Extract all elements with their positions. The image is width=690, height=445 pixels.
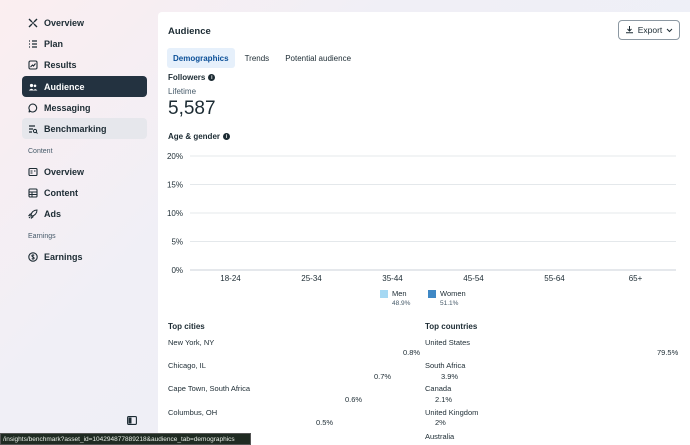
city-value: 0.8% (403, 348, 421, 357)
content-section-label: Content (28, 148, 53, 155)
audience-card: Audience Export Demographics Trends Pote… (158, 12, 690, 445)
country-name: Canada (425, 384, 452, 393)
city-name: Chicago, IL (168, 361, 206, 370)
sidebar-item-label: Benchmarking (44, 123, 107, 134)
sidebar-item-content-overview[interactable]: Overview (22, 161, 147, 182)
age-gender-chart: 20% 15% 10% 5% 0% 18-24 25-34 35-44 45-54 55-64 65… (167, 152, 676, 283)
legend-label-women: Women (440, 289, 466, 298)
x-tick-label: 45-54 (463, 274, 484, 283)
legend-pct-women: 51.1% (440, 300, 459, 307)
legend-swatch-women (428, 290, 436, 298)
country-name: United Kingdom (425, 408, 479, 417)
followers-heading: Followers i (168, 73, 216, 82)
y-tick-label: 15% (167, 181, 183, 190)
benchmark-icon (28, 124, 38, 134)
sidebar-item-label: Overview (44, 17, 85, 28)
sidebar-item-audience[interactable]: Audience (22, 76, 147, 97)
tab-trends[interactable]: Trends (239, 48, 276, 68)
city-name: Columbus, OH (168, 408, 218, 417)
audience-tabs: Demographics Trends Potential audience (167, 48, 361, 68)
x-tick-label: 55-64 (544, 274, 565, 283)
sidebar-item-label: Overview (44, 166, 85, 177)
sidebar-item-label: Audience (44, 81, 85, 92)
info-icon[interactable]: i (208, 74, 216, 81)
country-name: United States (425, 338, 471, 347)
list-icon (28, 39, 38, 49)
legend-label-men: Men (392, 289, 407, 298)
tab-potential-audience[interactable]: Potential audience (279, 48, 357, 68)
dollar-icon (28, 251, 38, 262)
x-tick-label: 65+ (629, 274, 643, 283)
sidebar-item-messaging[interactable]: Messaging (22, 97, 147, 118)
sidebar-item-label: Messaging (44, 102, 91, 113)
chevron-down-icon (666, 25, 673, 35)
compass-icon (28, 18, 38, 28)
city-value: 0.7% (374, 372, 392, 381)
legend-pct-men: 48.9% (392, 300, 411, 307)
sidebar-item-earnings[interactable]: Earnings (22, 246, 147, 267)
top-cities-title: Top cities (168, 322, 205, 331)
sidebar-item-overview[interactable]: Overview (22, 12, 147, 33)
people-icon (28, 82, 38, 92)
city-name: New York, NY (168, 338, 215, 347)
x-tick-label: 35-44 (382, 274, 403, 283)
country-value: 2% (435, 418, 446, 427)
earnings-section-label: Earnings (28, 233, 56, 240)
sidebar-item-ads[interactable]: Ads (22, 203, 147, 224)
sidebar-item-label: Earnings (44, 251, 83, 262)
legend-men[interactable]: Men 48.9% (380, 289, 410, 307)
country-value: 3.9% (441, 372, 459, 381)
city-value: 0.6% (345, 395, 363, 404)
followers-sub: Lifetime (168, 87, 197, 96)
collapse-sidebar-icon[interactable] (127, 412, 137, 425)
sidebar-item-label: Ads (44, 208, 62, 219)
sidebar-item-label: Plan (44, 38, 64, 49)
y-tick-label: 20% (167, 152, 183, 161)
export-label: Export (637, 25, 663, 35)
y-tick-label: 10% (167, 209, 183, 218)
export-button[interactable]: Export (618, 20, 680, 40)
sidebar-item-benchmarking[interactable]: Benchmarking (22, 118, 147, 139)
download-icon (625, 25, 634, 36)
page-title: Audience (168, 26, 211, 37)
x-tick-label: 25-34 (301, 274, 322, 283)
country-value: 2.1% (435, 395, 453, 404)
sidebar-item-label: Results (44, 59, 77, 70)
y-tick-label: 0% (171, 266, 183, 275)
legend-swatch-men (380, 290, 388, 298)
followers-count: 5,587 (168, 98, 216, 119)
country-value: 79.5% (657, 348, 679, 357)
age-gender-label: Age & gender (168, 132, 221, 141)
city-value: 0.5% (316, 418, 334, 427)
country-name: South Africa (425, 361, 466, 370)
status-bar-url: /insights/benchmark?asset_id=10429487788… (0, 433, 251, 445)
sidebar-item-plan[interactable]: Plan (22, 33, 147, 54)
sidebar-item-label: Content (44, 187, 78, 198)
info-icon[interactable]: i (223, 133, 231, 140)
tab-demographics[interactable]: Demographics (167, 48, 235, 68)
city-name: Cape Town, South Africa (168, 384, 250, 393)
age-gender-heading: Age & gender i (168, 132, 231, 141)
y-tick-label: 5% (171, 238, 183, 247)
sidebar-item-content[interactable]: Content (22, 182, 147, 203)
followers-label: Followers (168, 73, 206, 82)
grid-icon (28, 187, 38, 198)
sidebar: Overview Plan Results Audience Messaging… (0, 0, 155, 445)
x-tick-label: 18-24 (220, 274, 241, 283)
country-name: Australia (425, 432, 455, 441)
chat-icon (28, 102, 38, 113)
sidebar-item-results[interactable]: Results (22, 54, 147, 75)
panel-icon (28, 167, 38, 177)
legend-women[interactable]: Women 51.1% (428, 289, 466, 307)
rocket-icon (28, 208, 38, 219)
top-countries-title: Top countries (425, 322, 478, 331)
trend-icon (28, 59, 38, 70)
